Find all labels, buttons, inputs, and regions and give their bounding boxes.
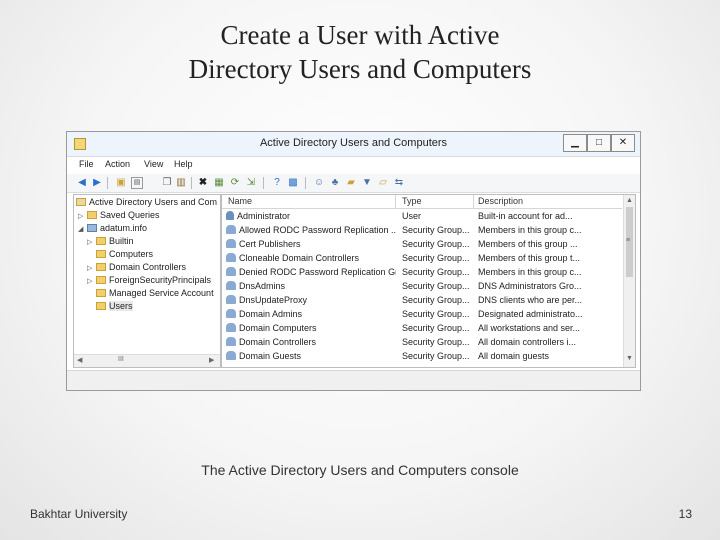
list-vertical-scrollbar[interactable]: ▲ ≡ ▼ — [623, 195, 635, 367]
tree-item-computers[interactable]: Computers — [87, 248, 153, 261]
list-item[interactable]: Cert Publishers Security Group... Member… — [222, 237, 622, 251]
scroll-down-icon[interactable]: ▼ — [626, 355, 633, 362]
column-header-description[interactable]: Description — [478, 196, 523, 206]
toolbar-separator — [305, 177, 306, 189]
scroll-thumb-grip: ≡ — [626, 237, 631, 244]
console-tree-icon[interactable]: ▤ — [131, 177, 143, 189]
console-tree: Active Directory Users and Com ▷ Saved Qu… — [73, 194, 221, 368]
add-user-icon[interactable]: ☺ — [313, 177, 325, 189]
copy-icon[interactable]: ❐ — [161, 177, 173, 189]
group-icon — [226, 239, 236, 248]
menu-view[interactable]: View — [144, 159, 163, 169]
group-icon — [226, 309, 236, 318]
folder-icon — [96, 250, 106, 258]
scroll-left-icon[interactable]: ◀ — [77, 356, 82, 364]
folder-icon — [96, 276, 106, 284]
tree-item-builtin[interactable]: ▷ Builtin — [87, 235, 134, 248]
tree-item-domain[interactable]: ◢ adatum.info — [78, 222, 147, 235]
folder-up-icon[interactable]: ▣ — [115, 177, 127, 189]
menu-bar: File Action View Help — [67, 157, 640, 173]
tree-horizontal-scrollbar[interactable]: ◀ III ▶ — [74, 354, 220, 367]
column-divider — [473, 195, 474, 208]
aduc-icon — [76, 198, 86, 206]
aduc-window: Active Directory Users and Computers ▁ □… — [66, 131, 641, 391]
list-item[interactable]: Administrator User Built-in account for … — [222, 209, 622, 223]
tree-item-managed-service-accounts[interactable]: Managed Service Account — [87, 287, 214, 300]
add-group-icon[interactable]: ♣ — [329, 177, 341, 189]
status-bar — [67, 370, 640, 390]
slide-title-line-2: Directory Users and Computers — [188, 54, 532, 84]
list-item[interactable]: Denied RODC Password Replication Gr... S… — [222, 265, 622, 279]
user-icon — [226, 211, 234, 220]
group-icon — [226, 323, 236, 332]
group-icon — [226, 281, 236, 290]
group-icon — [226, 351, 236, 360]
tree-item-domain-controllers[interactable]: ▷ Domain Controllers — [87, 261, 186, 274]
folder-icon — [96, 289, 106, 297]
scroll-right-icon[interactable]: ▶ — [209, 356, 214, 364]
column-header-type[interactable]: Type — [402, 196, 422, 206]
close-button[interactable]: ✕ — [611, 134, 635, 152]
footer-organization: Bakhtar University — [30, 507, 128, 521]
folder-icon — [96, 263, 106, 271]
properties-icon[interactable]: ▦ — [213, 177, 225, 189]
menu-action[interactable]: Action — [105, 159, 130, 169]
slide-title: Create a User with Active Directory User… — [0, 18, 720, 86]
folder-icon — [87, 211, 97, 219]
details-pane: Name Type Description Administrator User… — [221, 194, 636, 368]
add-ou-icon[interactable]: ▰ — [345, 177, 357, 189]
page-number: 13 — [678, 507, 692, 521]
refresh-icon[interactable]: ⟳ — [229, 177, 241, 189]
menu-help[interactable]: Help — [174, 159, 193, 169]
folder-icon — [96, 302, 106, 310]
menu-file[interactable]: File — [79, 159, 94, 169]
list-item[interactable]: Allowed RODC Password Replication ... Se… — [222, 223, 622, 237]
toolbar: ◀ ▶ ▣ ▤ ❐ ▥ ✖ ▦ ⟳ ⇲ ? ▩ ☺ ♣ ▰ ▼ ▱ ⇆ — [67, 174, 640, 193]
scroll-thumb-grip[interactable]: III — [118, 356, 124, 363]
back-arrow-icon[interactable]: ◀ — [76, 177, 88, 189]
collapse-icon[interactable]: ◢ — [78, 223, 87, 236]
delete-icon[interactable]: ✖ — [197, 177, 209, 189]
tree-item-saved-queries[interactable]: ▷ Saved Queries — [78, 209, 160, 222]
slide-title-line-1: Create a User with Active — [220, 20, 500, 50]
clipboard-icon[interactable]: ▥ — [175, 177, 187, 189]
list-item[interactable]: DnsUpdateProxy Security Group... DNS cli… — [222, 293, 622, 307]
folder-icon — [96, 237, 106, 245]
list-header: Name Type Description — [222, 195, 622, 209]
forward-arrow-icon[interactable]: ▶ — [91, 177, 103, 189]
slide-caption: The Active Directory Users and Computers… — [201, 462, 519, 478]
list-item[interactable]: DnsAdmins Security Group... DNS Administ… — [222, 279, 622, 293]
group-icon — [226, 267, 236, 276]
window-title: Active Directory Users and Computers — [259, 137, 448, 149]
toolbar-separator — [191, 177, 192, 189]
filter-icon[interactable]: ▼ — [361, 177, 373, 189]
maximize-button[interactable]: □ — [587, 134, 611, 152]
list-item[interactable]: Domain Admins Security Group... Designat… — [222, 307, 622, 321]
column-header-name[interactable]: Name — [228, 196, 252, 206]
domain-icon — [87, 224, 97, 232]
help-icon[interactable]: ? — [271, 177, 283, 189]
list-item[interactable]: Domain Computers Security Group... All w… — [222, 321, 622, 335]
tree-item-foreign-security-principals[interactable]: ▷ ForeignSecurityPrincipals — [87, 274, 211, 287]
move-icon[interactable]: ⇆ — [393, 177, 405, 189]
minimize-button[interactable]: ▁ — [563, 134, 587, 152]
column-divider — [395, 195, 396, 208]
list-item[interactable]: Domain Controllers Security Group... All… — [222, 335, 622, 349]
group-icon — [226, 337, 236, 346]
list-item[interactable]: Cloneable Domain Controllers Security Gr… — [222, 251, 622, 265]
tree-item-users[interactable]: Users — [87, 300, 133, 313]
list-item[interactable]: Domain Guests Security Group... All doma… — [222, 349, 622, 363]
scroll-up-icon[interactable]: ▲ — [626, 197, 633, 204]
mmc-icon[interactable]: ▩ — [287, 177, 299, 189]
export-icon[interactable]: ⇲ — [245, 177, 257, 189]
group-icon — [226, 295, 236, 304]
toolbar-separator — [107, 177, 108, 189]
tree-item-root[interactable]: Active Directory Users and Com — [76, 196, 217, 209]
group-icon — [226, 225, 236, 234]
toolbar-separator — [263, 177, 264, 189]
find-icon[interactable]: ▱ — [377, 177, 389, 189]
window-titlebar: Active Directory Users and Computers ▁ □… — [67, 132, 640, 157]
group-icon — [226, 253, 236, 262]
